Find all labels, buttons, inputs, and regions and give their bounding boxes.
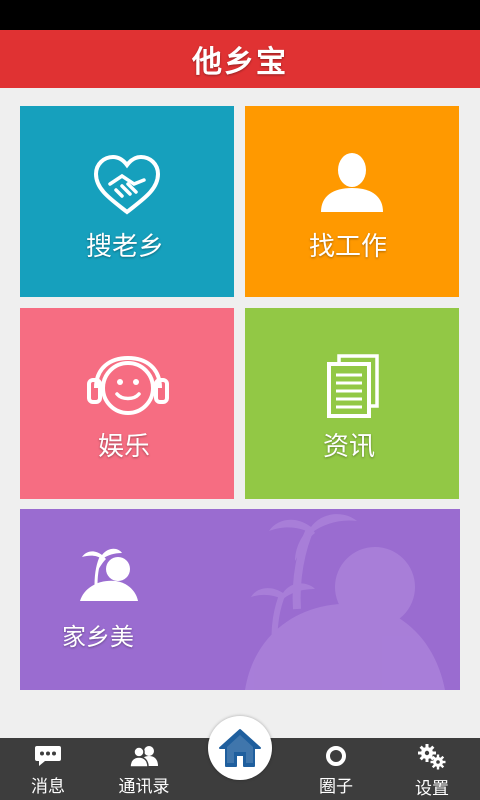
- tile-news[interactable]: 资讯: [245, 308, 459, 499]
- tab-settings[interactable]: 设置: [402, 738, 462, 800]
- tile-hometown-beauty[interactable]: 家乡美: [20, 509, 460, 690]
- island-background-decoration: [245, 514, 445, 690]
- tile-label: 搜老乡: [86, 232, 165, 262]
- island-palm-icon: [80, 548, 138, 601]
- tab-label: 圈子: [319, 777, 353, 797]
- status-bar: [0, 0, 480, 30]
- tab-circles[interactable]: 圈子: [306, 738, 366, 800]
- tile-entertainment[interactable]: 娱乐: [20, 308, 234, 499]
- smiley-headphones-icon: [87, 355, 169, 415]
- tab-messages[interactable]: 消息: [18, 738, 78, 800]
- tile-find-job[interactable]: 找工作: [245, 106, 459, 297]
- tab-contacts[interactable]: 通讯录: [108, 738, 180, 800]
- heart-handshake-icon: [93, 154, 161, 215]
- tab-label: 通讯录: [118, 777, 170, 797]
- tile-label: 家乡美: [62, 623, 134, 651]
- tab-label: 消息: [31, 777, 65, 797]
- chat-bubble-icon: [35, 746, 61, 766]
- person-icon: [321, 153, 383, 212]
- tile-label: 娱乐: [98, 432, 151, 462]
- tile-label: 资讯: [323, 432, 376, 462]
- documents-icon: [327, 354, 379, 418]
- circle-icon: [326, 746, 346, 766]
- gears-icon: [418, 744, 446, 770]
- app-title: 他乡宝: [192, 45, 288, 80]
- tab-label: 设置: [415, 779, 449, 799]
- home-icon: [219, 729, 261, 767]
- tile-label: 找工作: [309, 232, 388, 262]
- tile-find-hometown-friends[interactable]: 搜老乡: [20, 106, 234, 297]
- title-bar: 他乡宝: [0, 30, 480, 88]
- contacts-icon: [129, 746, 158, 768]
- home-button[interactable]: [208, 716, 272, 780]
